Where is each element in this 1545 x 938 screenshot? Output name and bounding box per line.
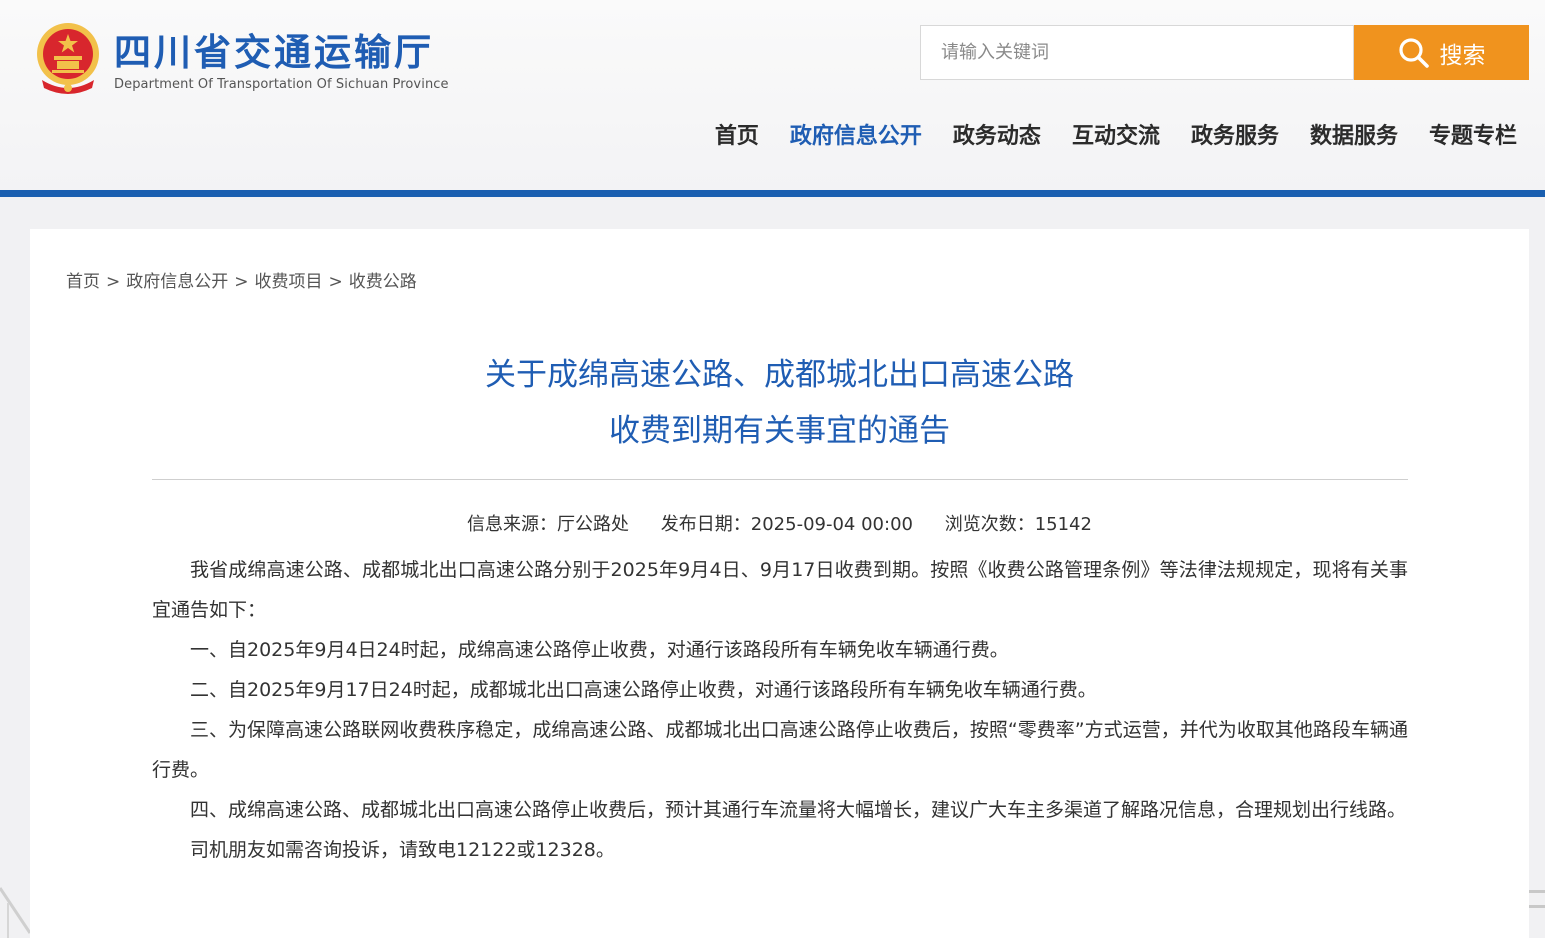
search-box [920, 25, 1354, 80]
nav-item-services[interactable]: 政务服务 [1191, 118, 1279, 150]
breadcrumb-separator: > [106, 272, 121, 292]
title-divider [152, 479, 1408, 480]
article-body: 我省成绵高速公路、成都城北出口高速公路分别于2025年9月4日、9月17日收费到… [152, 550, 1408, 870]
article-paragraph: 司机朋友如需咨询投诉，请致电12122或12328。 [190, 839, 615, 861]
article-meta: 信息来源：厅公路处 发布日期：2025-09-04 00:00 浏览次数：151… [30, 510, 1529, 536]
article-paragraph: 一、自2025年9月4日24时起，成绵高速公路停止收费，对通行该路段所有车辆免收… [190, 639, 1009, 661]
article-title-line-1: 关于成绵高速公路、成都城北出口高速公路 [485, 357, 1074, 393]
national-emblem-icon[interactable] [34, 22, 102, 94]
article-paragraph: 四、成绵高速公路、成都城北出口高速公路停止收费后，预计其通行车流量将大幅增长，建… [190, 799, 1407, 821]
meta-source: 信息来源：厅公路处 [467, 514, 630, 535]
breadcrumb-item-toll-roads[interactable]: 收费公路 [349, 272, 417, 292]
nav-item-news[interactable]: 政务动态 [953, 118, 1041, 150]
article-title-line-2: 收费到期有关事宜的通告 [609, 413, 950, 449]
search-button-label: 搜索 [1439, 42, 1486, 69]
article-card: 首页 > 政府信息公开 > 收费项目 > 收费公路 关于成绵高速公路、成都城北出口高速公路 … [30, 229, 1529, 938]
main-nav: 首页 政府信息公开 政务动态 互动交流 政务服务 数据服务 专题专栏 [715, 118, 1517, 150]
background-decoration [1529, 890, 1545, 908]
site-title[interactable]: 四川省交通运输厅 [114, 22, 434, 76]
meta-publish-date: 发布日期：2025-09-04 00:00 [660, 514, 913, 535]
nav-item-data[interactable]: 数据服务 [1310, 118, 1398, 150]
breadcrumb: 首页 > 政府信息公开 > 收费项目 > 收费公路 [66, 267, 423, 292]
article-paragraph: 二、自2025年9月17日24时起，成都城北出口高速公路停止收费，对通行该路段所… [190, 679, 1097, 701]
header-divider [0, 190, 1545, 197]
meta-view-count: 浏览次数：15142 [944, 514, 1092, 535]
search-button[interactable]: 搜索 [1354, 25, 1529, 80]
site-subtitle: Department Of Transportation Of Sichuan … [114, 77, 449, 92]
nav-item-gov-info[interactable]: 政府信息公开 [790, 118, 922, 150]
search-input[interactable] [921, 26, 1353, 79]
article-paragraph: 我省成绵高速公路、成都城北出口高速公路分别于2025年9月4日、9月17日收费到… [152, 559, 1408, 621]
breadcrumb-separator: > [234, 272, 249, 292]
nav-item-interaction[interactable]: 互动交流 [1072, 118, 1160, 150]
search-icon [1398, 37, 1429, 68]
article-title: 关于成绵高速公路、成都城北出口高速公路 收费到期有关事宜的通告 [30, 347, 1529, 459]
article-paragraph: 三、为保障高速公路联网收费秩序稳定，成绵高速公路、成都城北出口高速公路停止收费后… [152, 719, 1408, 781]
site-header: 四川省交通运输厅 Department Of Transportation Of… [0, 0, 1545, 190]
nav-item-topics[interactable]: 专题专栏 [1429, 118, 1517, 150]
background-decoration [0, 887, 30, 938]
breadcrumb-item-home[interactable]: 首页 [66, 272, 100, 292]
nav-item-home[interactable]: 首页 [715, 118, 759, 150]
breadcrumb-item-gov-info[interactable]: 政府信息公开 [126, 272, 228, 292]
breadcrumb-separator: > [328, 272, 343, 292]
breadcrumb-item-fee-items[interactable]: 收费项目 [255, 272, 323, 292]
